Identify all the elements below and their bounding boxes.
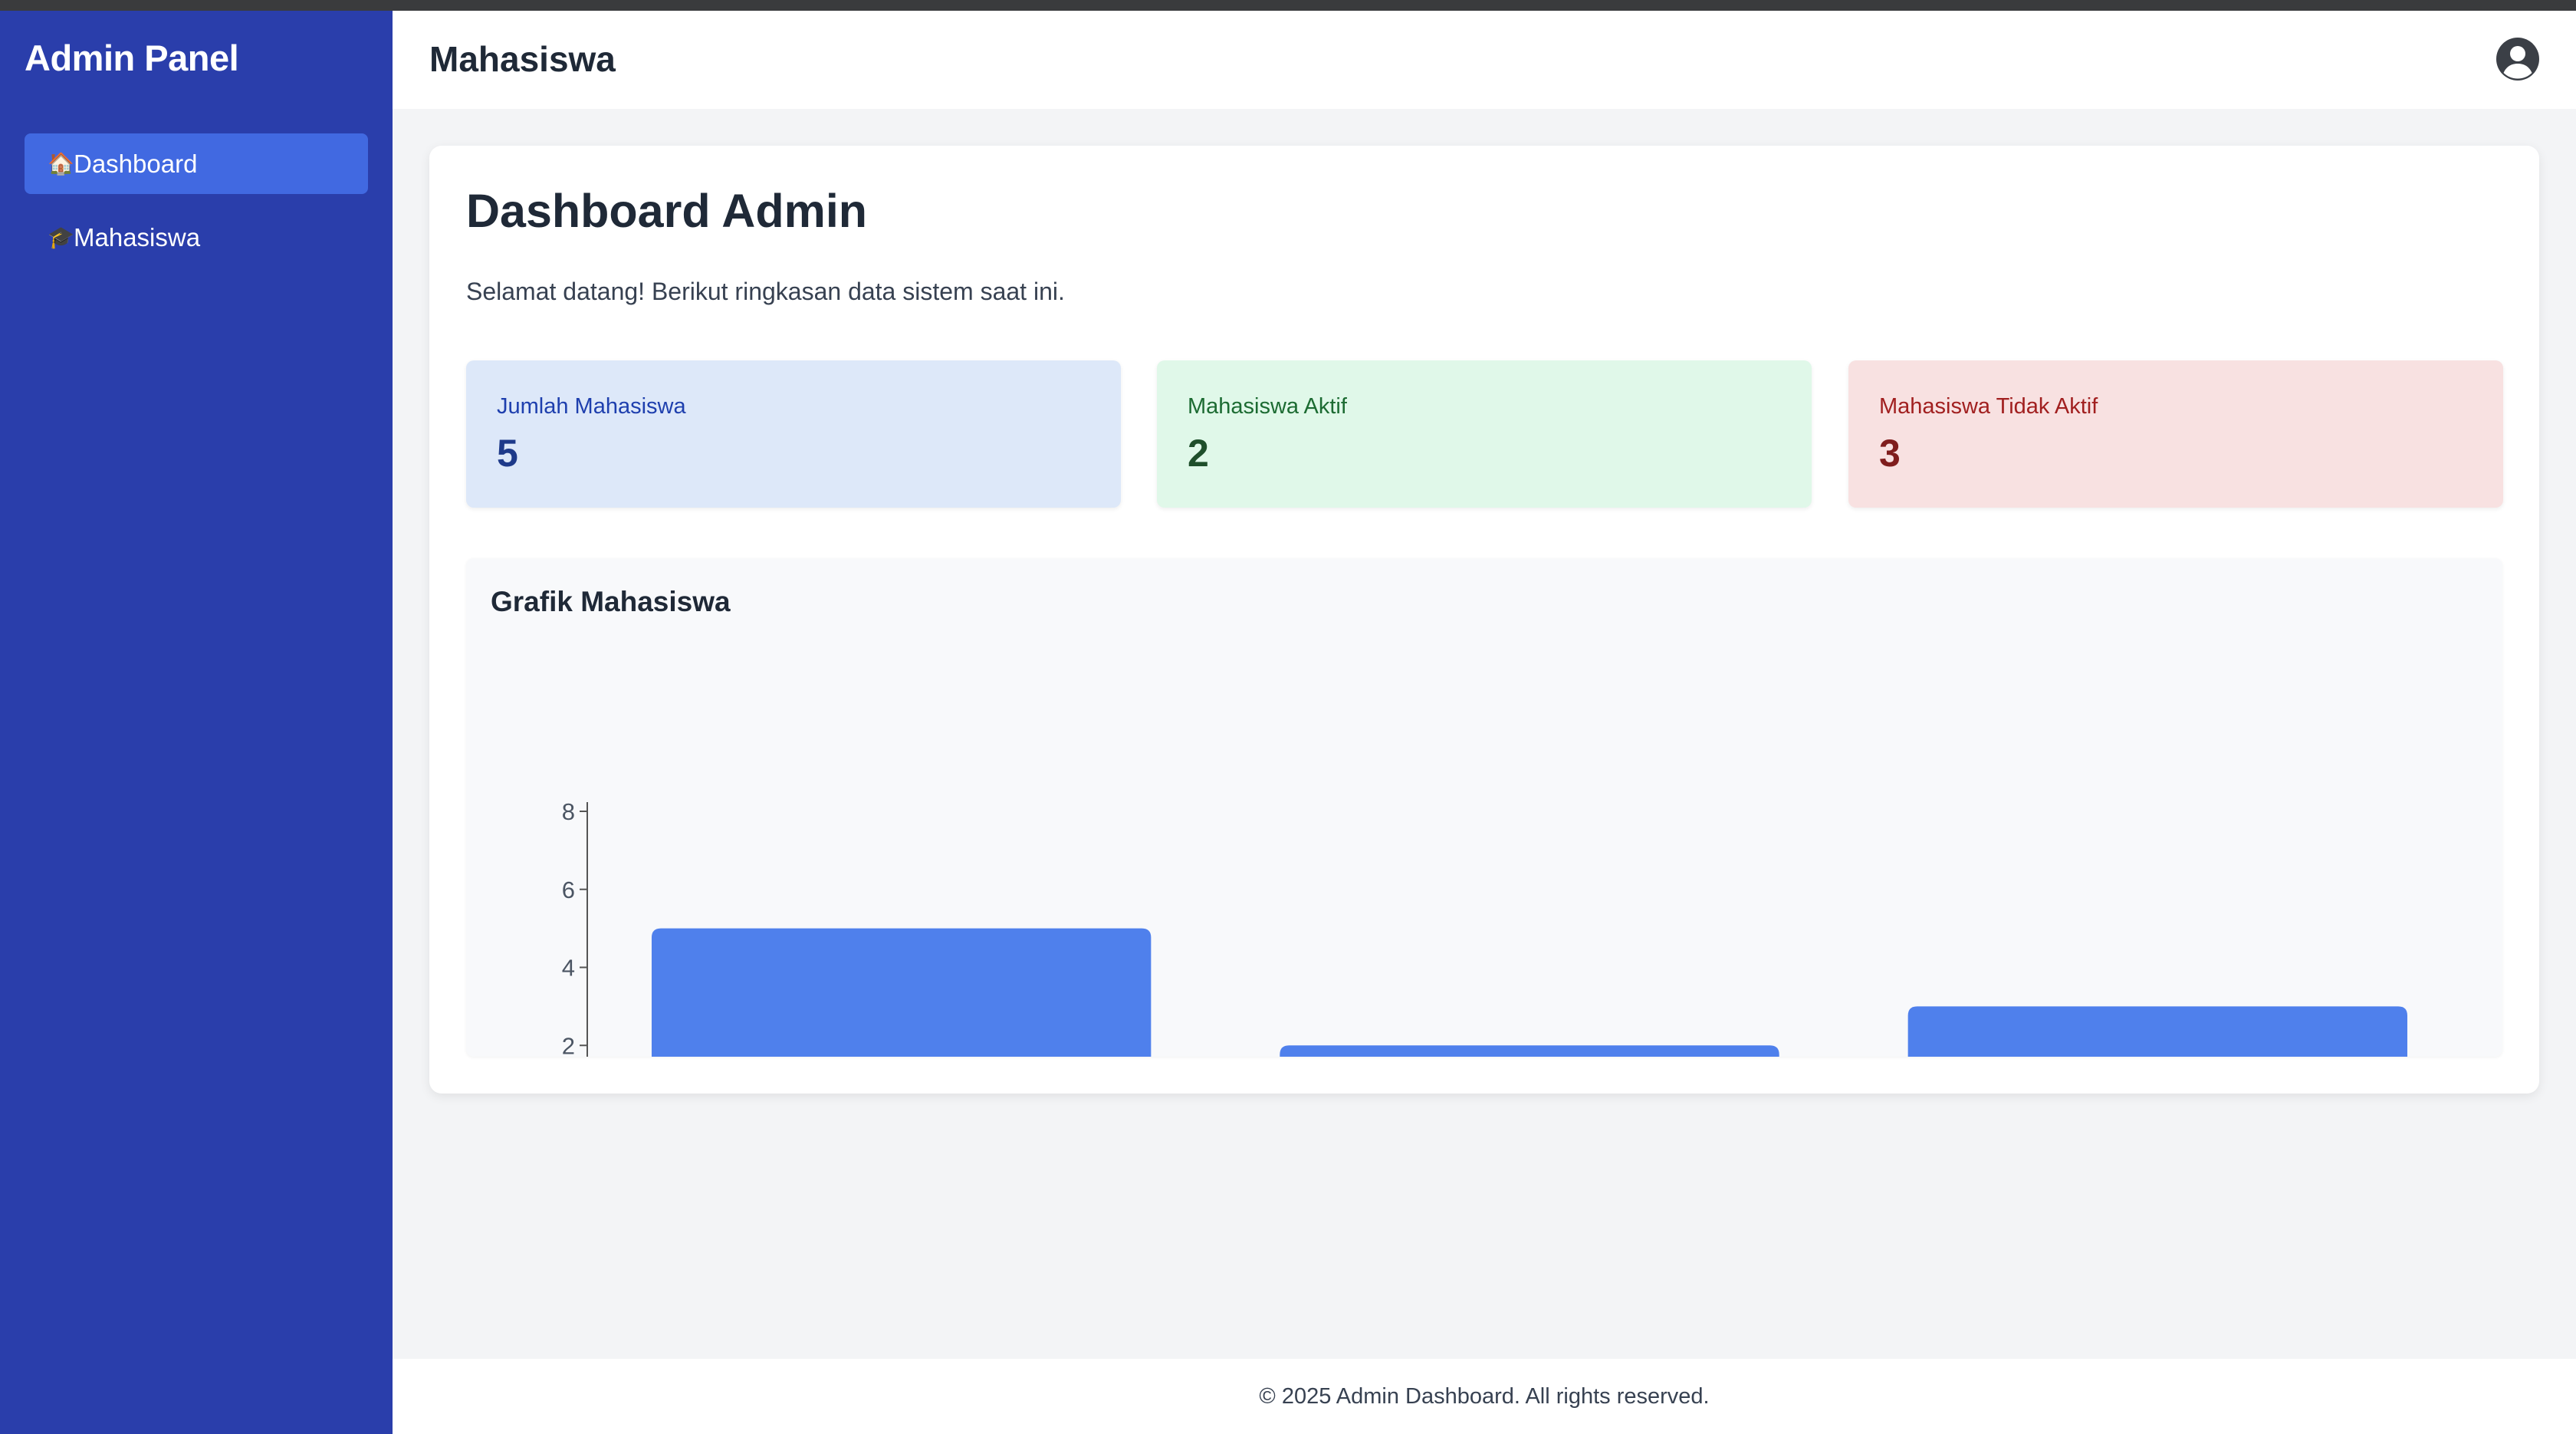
stat-card-total: Jumlah Mahasiswa 5 [466, 360, 1121, 508]
window-top-strip [0, 0, 2576, 11]
stat-value: 5 [497, 432, 518, 475]
bar-aktif [1280, 1045, 1779, 1057]
y-tick-label: 4 [562, 955, 575, 982]
page-title: Mahasiswa [429, 39, 616, 79]
dashboard-card: Dashboard Admin Selamat datang! Berikut … [429, 146, 2539, 1094]
bar-non-aktif [1907, 1006, 2408, 1057]
sidebar-item-label: Mahasiswa [74, 222, 201, 252]
stat-label: Mahasiswa Aktif [1188, 394, 1347, 419]
sidebar-item-label: Dashboard [74, 149, 198, 178]
welcome-text: Selamat datang! Berikut ringkasan data s… [466, 278, 1065, 305]
graduation-cap-icon: 🎓 [48, 225, 74, 249]
sidebar-item-mahasiswa[interactable]: 🎓 Mahasiswa [25, 207, 368, 268]
dashboard-heading: Dashboard Admin [466, 185, 868, 237]
user-circle-icon[interactable] [2495, 36, 2541, 82]
stat-label: Mahasiswa Tidak Aktif [1879, 394, 2098, 419]
chart-panel: Grafik Mahasiswa 02468TotalAktifNon-Akti… [466, 558, 2502, 1057]
sidebar: Admin Panel 🏠 Dashboard 🎓 Mahasiswa [0, 11, 393, 1434]
house-icon: 🏠 [48, 152, 74, 176]
footer-text: © 2025 Admin Dashboard. All rights reser… [1259, 1383, 1710, 1409]
y-tick-label: 2 [562, 1032, 575, 1057]
brand-title: Admin Panel [25, 38, 239, 78]
footer: © 2025 Admin Dashboard. All rights reser… [393, 1359, 2576, 1434]
bar-chart: 02468TotalAktifNon-Aktif [562, 798, 2408, 1057]
stat-card-inactive: Mahasiswa Tidak Aktif 3 [1848, 360, 2503, 508]
top-header: Mahasiswa [393, 11, 2576, 109]
sidebar-item-dashboard[interactable]: 🏠 Dashboard [25, 133, 368, 194]
stat-label: Jumlah Mahasiswa [497, 394, 686, 419]
bar-total [651, 928, 1152, 1057]
y-tick-label: 8 [562, 798, 575, 825]
stat-value: 3 [1879, 432, 1901, 475]
stat-value: 2 [1188, 432, 1209, 475]
stat-card-active: Mahasiswa Aktif 2 [1157, 360, 1812, 508]
y-tick-label: 6 [562, 877, 575, 903]
